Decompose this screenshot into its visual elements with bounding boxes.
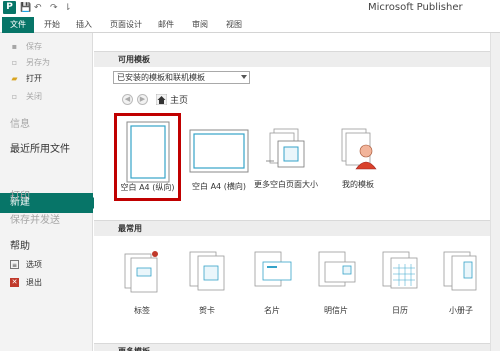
nav-recent[interactable]: 最近所用文件 bbox=[10, 140, 90, 155]
template-source-select[interactable]: 已安装的模板和联机模板 bbox=[113, 71, 250, 84]
template-business-cards[interactable]: 名片 bbox=[242, 248, 302, 318]
template-label: 日历 bbox=[392, 306, 408, 315]
nav-options[interactable]: ≡ 选项 bbox=[0, 259, 93, 271]
forward-arrow-icon[interactable]: ▶ bbox=[137, 94, 148, 105]
selection-highlight bbox=[114, 113, 181, 201]
close-file-icon: ▫ bbox=[11, 92, 18, 101]
folder-open-icon: ▰ bbox=[11, 74, 18, 83]
template-labels[interactable]: 标签 bbox=[112, 248, 172, 318]
template-label: 明信片 bbox=[324, 306, 348, 315]
nav-print[interactable]: 打印 bbox=[10, 187, 90, 202]
tab-page-design[interactable]: 页面设计 bbox=[106, 17, 146, 33]
nav-save-send[interactable]: 保存并发送 bbox=[10, 211, 90, 226]
backstage-nav: ▪ 保存 ▫ 另存为 ▰ 打开 ▫ 关闭 信息 最近所用文件 新建 打印 保存并… bbox=[0, 33, 99, 351]
new-publication-pane: 可用模板 已安装的模板和联机模板 ◀ ▶ 主页 空白 A4 (纵向) 空白 A4… bbox=[94, 33, 500, 351]
greeting-card-icon bbox=[189, 251, 225, 291]
tab-home[interactable]: 开始 bbox=[40, 17, 64, 33]
template-label: 贺卡 bbox=[199, 306, 215, 315]
save-icon[interactable]: 💾 bbox=[20, 2, 31, 14]
ribbon-tabs: 文件 开始 插入 页面设计 邮件 审阅 视图 bbox=[0, 17, 500, 33]
customize-quick-access-icon[interactable]: ⇂ bbox=[64, 2, 72, 14]
my-templates-icon bbox=[341, 128, 377, 170]
labels-icon bbox=[124, 251, 158, 293]
nav-info[interactable]: 信息 bbox=[10, 115, 90, 130]
page-sizes-icon bbox=[266, 128, 305, 168]
brochure-icon bbox=[443, 251, 477, 291]
nav-open[interactable]: ▰ 打开 bbox=[0, 73, 93, 85]
blank-landscape-page-icon bbox=[189, 129, 249, 173]
template-label: 标签 bbox=[134, 306, 150, 315]
chevron-down-icon bbox=[241, 75, 247, 79]
home-label: 主页 bbox=[170, 96, 189, 106]
redo-icon[interactable]: ↷ bbox=[50, 2, 58, 14]
template-label: 空白 A4 (横向) bbox=[192, 182, 246, 191]
template-blank-a4-landscape[interactable]: 空白 A4 (横向) bbox=[186, 123, 252, 203]
save-icon: ▪ bbox=[11, 42, 18, 51]
template-calendars[interactable]: 日历 bbox=[370, 248, 430, 318]
template-greeting-cards[interactable]: 贺卡 bbox=[177, 248, 237, 318]
calendar-icon bbox=[382, 251, 418, 289]
tab-view[interactable]: 视图 bbox=[222, 17, 246, 33]
nav-save-as[interactable]: ▫ 另存为 bbox=[0, 57, 93, 69]
template-brochures[interactable]: 小册子 bbox=[432, 248, 490, 318]
template-more-page-sizes[interactable]: 更多空白页面大小 bbox=[254, 125, 318, 205]
home-icon[interactable] bbox=[156, 94, 167, 105]
tab-file[interactable]: 文件 bbox=[2, 17, 34, 33]
back-arrow-icon[interactable]: ◀ bbox=[122, 94, 133, 105]
postcard-icon bbox=[318, 251, 356, 287]
more-templates-header: 更多模板 bbox=[94, 343, 500, 351]
exit-icon: ✕ bbox=[10, 278, 19, 287]
tab-review[interactable]: 审阅 bbox=[188, 17, 212, 33]
save-as-icon: ▫ bbox=[11, 58, 18, 67]
template-label: 名片 bbox=[264, 306, 280, 315]
tab-insert[interactable]: 插入 bbox=[72, 17, 96, 33]
scrollbar[interactable] bbox=[490, 33, 500, 351]
title-bar: P 💾 ↶ ↷ ⇂ Microsoft Publisher bbox=[0, 0, 500, 17]
nav-help[interactable]: 帮助 bbox=[10, 237, 90, 252]
nav-close[interactable]: ▫ 关闭 bbox=[0, 91, 93, 103]
template-label: 小册子 bbox=[449, 306, 473, 315]
template-my-templates[interactable]: 我的模板 bbox=[326, 125, 390, 195]
template-postcards[interactable]: 明信片 bbox=[306, 248, 366, 318]
undo-icon[interactable]: ↶ bbox=[34, 2, 42, 14]
most-used-header: 最常用 bbox=[94, 220, 500, 236]
template-label: 我的模板 bbox=[342, 180, 374, 189]
template-label: 更多空白页面大小 bbox=[254, 180, 318, 189]
business-card-icon bbox=[254, 251, 292, 287]
tab-mailings[interactable]: 邮件 bbox=[154, 17, 178, 33]
window-title: Microsoft Publisher bbox=[368, 2, 463, 13]
nav-save[interactable]: ▪ 保存 bbox=[0, 41, 93, 53]
nav-exit[interactable]: ✕ 退出 bbox=[0, 277, 93, 289]
available-templates-header: 可用模板 bbox=[94, 51, 500, 67]
publisher-logo-icon: P bbox=[3, 1, 16, 14]
options-icon: ≡ bbox=[10, 260, 19, 269]
